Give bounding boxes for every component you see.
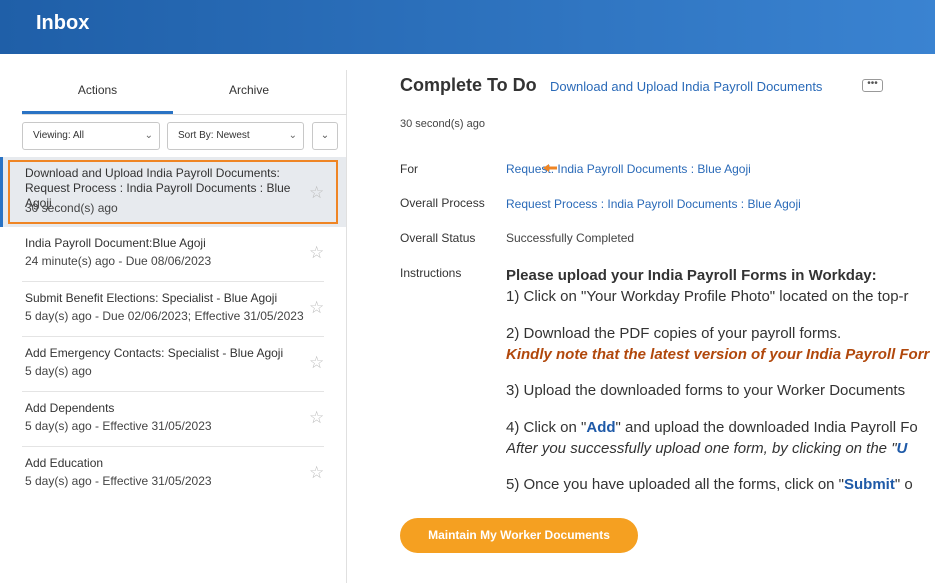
tab-actions[interactable]: Actions	[22, 70, 173, 114]
instructions-title: Please upload your India Payroll Forms i…	[506, 267, 877, 284]
overall-process-label: Overall Process	[400, 196, 485, 210]
instruction-step-2: 2) Download the PDF copies of your payro…	[506, 325, 842, 342]
list-item-subtitle: 5 day(s) ago - Effective 31/05/2023	[25, 419, 212, 433]
list-item-subtitle: 30 second(s) ago	[25, 201, 118, 215]
instruction-step-4: 4) Click on "Add" and upload the downloa…	[506, 419, 918, 436]
instruction-step-5: 5) Once you have uploaded all the forms,…	[506, 476, 913, 493]
filter-bar: Viewing: All ⌄ Sort By: Newest ⌄ ⌄	[22, 122, 342, 150]
add-keyword: Add	[586, 419, 616, 436]
detail-heading: Complete To Do	[400, 75, 537, 95]
overall-status-value: Successfully Completed	[506, 231, 635, 245]
page-title: Inbox	[36, 12, 90, 34]
maintain-worker-documents-button[interactable]: Maintain My Worker Documents	[400, 518, 638, 553]
overall-status-label: Overall Status	[400, 231, 476, 245]
chevron-down-icon: ⌄	[144, 130, 153, 141]
list-item-title: Submit Benefit Elections: Specialist - B…	[25, 291, 278, 305]
more-actions-button[interactable]: •••	[862, 79, 883, 92]
list-item-subtitle: 24 minute(s) ago - Due 08/06/2023	[25, 254, 212, 268]
submit-keyword: Submit	[844, 476, 895, 493]
upload-keyword: U	[896, 440, 908, 457]
list-item-title: Add Education	[25, 456, 104, 470]
task-title-link[interactable]: Download and Upload India Payroll Docume…	[550, 79, 822, 94]
star-icon[interactable]: ☆	[309, 353, 324, 373]
chevron-down-icon: ⌄	[320, 130, 330, 141]
list-item[interactable]: Add Education 5 day(s) ago - Effective 3…	[0, 447, 346, 502]
sort-select-label: Sort By: Newest	[178, 130, 250, 141]
instruction-text: 4) Click on "	[506, 419, 587, 436]
star-icon[interactable]: ☆	[309, 183, 324, 203]
tab-archive[interactable]: Archive	[173, 70, 325, 114]
list-item[interactable]: Submit Benefit Elections: Specialist - B…	[0, 282, 346, 337]
list-item-subtitle: 5 day(s) ago - Effective 31/05/2023	[25, 474, 212, 488]
star-icon[interactable]: ☆	[309, 408, 324, 428]
viewing-select[interactable]: Viewing: All ⌄	[22, 122, 160, 150]
instruction-step-3: 3) Upload the downloaded forms to your W…	[506, 382, 906, 399]
inbox-list: Download and Upload India Payroll Docume…	[0, 157, 346, 502]
list-item-title: Add Dependents	[25, 401, 115, 415]
overall-process-link[interactable]: Request Process : India Payroll Document…	[506, 197, 801, 211]
list-item-subtitle: 5 day(s) ago	[25, 364, 92, 378]
instruction-text: " and upload the downloaded India Payrol…	[615, 419, 918, 436]
list-item[interactable]: India Payroll Document:Blue Agoji 24 min…	[0, 227, 346, 282]
instruction-step-4-note: After you successfully upload one form, …	[506, 440, 907, 457]
instruction-note: Kindly note that the latest version of y…	[506, 346, 930, 363]
instructions-body: Please upload your India Payroll Forms i…	[506, 266, 935, 501]
detail-panel: Complete To Do Download and Upload India…	[400, 0, 935, 583]
viewing-select-label: Viewing: All	[33, 130, 84, 141]
instruction-text: " o	[894, 476, 913, 493]
list-item[interactable]: Add Dependents 5 day(s) ago - Effective …	[0, 392, 346, 447]
instruction-text: After you successfully upload one form, …	[506, 440, 897, 457]
list-item-subtitle: 5 day(s) ago - Due 02/06/2023; Effective…	[25, 309, 304, 323]
list-item-title: India Payroll Document:Blue Agoji	[25, 236, 206, 250]
inbox-tabs: Actions Archive	[22, 70, 347, 115]
chevron-down-icon: ⌄	[288, 130, 297, 141]
expand-filters-button[interactable]: ⌄	[312, 122, 338, 150]
sort-select[interactable]: Sort By: Newest ⌄	[167, 122, 304, 150]
star-icon[interactable]: ☆	[309, 463, 324, 483]
instruction-step-1: 1) Click on "Your Workday Profile Photo"…	[506, 288, 909, 305]
instructions-label: Instructions	[400, 266, 462, 280]
cursor-pointer-icon	[543, 164, 557, 172]
inbox-panel: Actions Archive Viewing: All ⌄ Sort By: …	[0, 70, 347, 583]
list-item[interactable]: Download and Upload India Payroll Docume…	[0, 157, 346, 227]
star-icon[interactable]: ☆	[309, 298, 324, 318]
list-item[interactable]: Add Emergency Contacts: Specialist - Blu…	[0, 337, 346, 392]
instruction-text: 5) Once you have uploaded all the forms,…	[506, 476, 845, 493]
for-label: For	[400, 162, 418, 176]
star-icon[interactable]: ☆	[309, 243, 324, 263]
list-item-title: Add Emergency Contacts: Specialist - Blu…	[25, 346, 284, 360]
timestamp: 30 second(s) ago	[400, 118, 485, 130]
